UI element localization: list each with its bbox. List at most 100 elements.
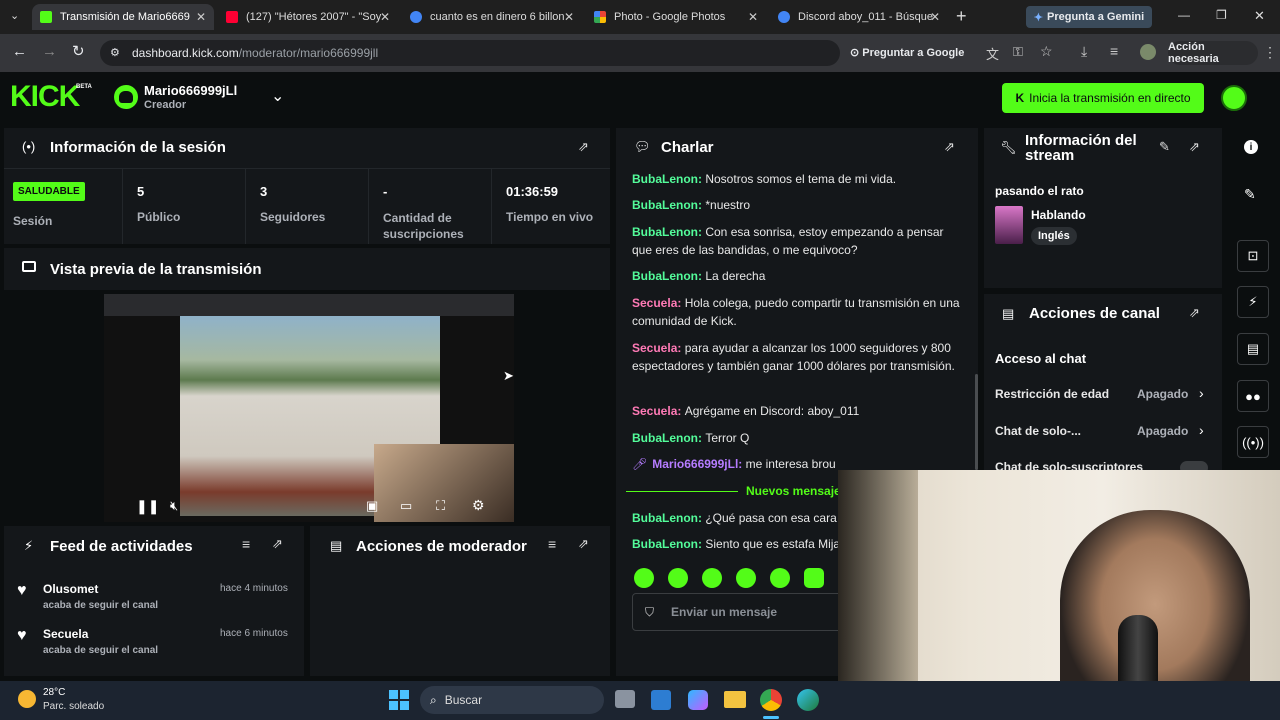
download-icon[interactable]: ⤓ — [1081, 43, 1087, 60]
tab-youtube[interactable]: (127) "Hétores 2007" - "Soy ✕ — [218, 4, 398, 30]
browser-menu-icon[interactable]: ⋮ — [1263, 44, 1277, 61]
emote-icon[interactable] — [668, 568, 688, 588]
chat-username[interactable]: BubaLenon — [632, 172, 698, 186]
back-icon[interactable]: ← — [12, 43, 27, 60]
reload-icon[interactable]: ↻ — [72, 42, 85, 60]
chat-message[interactable]: Secuela: Agrégame en Discord: aboy_011 — [632, 402, 962, 420]
setting-row[interactable]: Chat de solo-... Apagado › — [984, 421, 1222, 443]
close-icon[interactable]: ✕ — [748, 10, 758, 24]
chat-username[interactable]: Secuela — [632, 404, 677, 418]
forward-icon[interactable]: → — [42, 43, 57, 60]
fullscreen-icon[interactable]: ⛶ — [436, 498, 445, 514]
popout-icon[interactable]: ⇗ — [1189, 139, 1200, 155]
chat-message[interactable]: BubaLenon: Terror Q — [632, 429, 962, 447]
broadcast-icon[interactable]: ((•)) — [1237, 426, 1269, 458]
chrome-icon[interactable] — [760, 689, 782, 711]
task-view-icon[interactable] — [615, 690, 635, 708]
pause-icon[interactable]: ❚❚ — [136, 498, 159, 515]
chat-message[interactable]: BubaLenon: Con esa sonrisa, estoy empeza… — [632, 223, 962, 259]
chat-icon[interactable]: ●● — [1237, 380, 1269, 412]
popout-icon[interactable]: ⇗ — [578, 536, 589, 552]
feed-item[interactable]: ♥ Secuela hace 6 minutos acaba de seguir… — [4, 623, 304, 663]
filter-icon[interactable]: ≡ — [548, 536, 556, 552]
gemini-button[interactable]: ✦ Pregunta a Gemini — [1026, 6, 1152, 28]
file-explorer-icon[interactable] — [724, 691, 746, 708]
media-control-icon[interactable]: ≡ — [1110, 43, 1118, 59]
tab-kick[interactable]: Transmisión de Mario6669 ✕ — [32, 4, 214, 30]
translate-icon[interactable]: 文 — [986, 44, 999, 63]
chat-username[interactable]: BubaLenon — [632, 198, 698, 212]
profile-avatar-right[interactable] — [1221, 85, 1247, 111]
new-tab-plus-icon[interactable]: + — [956, 6, 967, 27]
notes-icon[interactable]: ▤ — [1237, 333, 1269, 365]
profile-avatar[interactable] — [1140, 44, 1156, 60]
close-icon[interactable]: ✕ — [196, 10, 206, 24]
tab-google-search[interactable]: cuanto es en dinero 6 billon ✕ — [402, 4, 582, 30]
emote-icon[interactable] — [770, 568, 790, 588]
chat-username[interactable]: BubaLenon — [632, 269, 698, 283]
edit-icon[interactable]: ✎ — [1244, 186, 1256, 203]
info-icon[interactable]: i — [1244, 140, 1258, 154]
close-icon[interactable]: ✕ — [564, 10, 574, 24]
weather-temp[interactable]: 28°C — [43, 687, 65, 698]
site-info-icon[interactable]: ⚙ — [110, 46, 120, 59]
edit-pencil-icon[interactable]: ✎ — [1159, 139, 1170, 155]
category-name[interactable]: Hablando — [1031, 208, 1086, 222]
tab-discord-search[interactable]: Discord aboy_011 - Búsque ✕ — [770, 4, 948, 30]
close-window-icon[interactable]: ✕ — [1254, 8, 1265, 24]
chat-scrollbar[interactable] — [975, 374, 978, 470]
popout-icon[interactable]: ⇗ — [578, 139, 589, 155]
video-player[interactable]: ❚❚ 🔇︎ ▣ ▭ ⛶ ⚙ — [104, 294, 514, 522]
quick-actions-lightning-icon[interactable]: ⚡︎ — [1237, 286, 1269, 318]
kick-logo[interactable]: KICK — [10, 82, 80, 112]
account-chevron-down-icon[interactable]: ⌄ — [271, 86, 284, 106]
chat-message[interactable]: BubaLenon: *nuestro — [632, 196, 962, 214]
popout-icon[interactable]: ⇗ — [1189, 305, 1200, 321]
bookmark-star-icon[interactable]: ☆ — [1040, 43, 1053, 60]
emote-icon[interactable] — [634, 568, 654, 588]
chat-message[interactable]: Secuela: para ayudar a alcanzar los 1000… — [632, 339, 962, 375]
chat-message[interactable]: BubaLenon: Nosotros somos el tema de mi … — [632, 170, 962, 188]
popout-icon[interactable]: ⇗ — [944, 139, 955, 155]
setting-row[interactable]: Restricción de edad Apagado › — [984, 384, 1222, 406]
password-key-icon[interactable]: ⚿ — [1013, 44, 1023, 60]
store-icon[interactable] — [651, 690, 671, 710]
tab-google-photos[interactable]: Photo - Google Photos ✕ — [586, 4, 766, 30]
chat-username[interactable]: Mario666999jLl — [652, 457, 738, 471]
pip-icon[interactable]: ▣ — [366, 498, 378, 514]
emote-icon[interactable] — [702, 568, 722, 588]
chat-username[interactable]: Secuela — [632, 341, 677, 355]
emote-icon[interactable] — [736, 568, 756, 588]
screenshot-icon[interactable]: ⊡ — [1237, 240, 1269, 272]
close-icon[interactable]: ✕ — [380, 10, 390, 24]
action-needed-button[interactable]: Acción necesaria — [1168, 41, 1258, 65]
chat-username[interactable]: BubaLenon — [632, 431, 698, 445]
chat-username[interactable]: Secuela — [632, 296, 677, 310]
theater-icon[interactable]: ▭ — [400, 498, 412, 514]
close-icon[interactable]: ✕ — [930, 10, 940, 24]
feed-item[interactable]: ♥ Olusomet hace 4 minutos acaba de segui… — [4, 578, 304, 618]
start-windows-icon[interactable] — [389, 690, 409, 710]
copilot-icon[interactable] — [688, 690, 708, 710]
tab-list-chevron-icon[interactable]: ⌄ — [10, 9, 19, 22]
mute-icon[interactable]: 🔇︎ — [170, 498, 178, 514]
chat-message[interactable]: BubaLenon: La derecha — [632, 267, 962, 285]
chat-username[interactable]: BubaLenon — [632, 537, 698, 551]
emote-icon[interactable] — [804, 568, 824, 588]
go-live-button[interactable]: K Inicia la transmisión en directo — [1002, 83, 1204, 113]
restore-icon[interactable]: ❐ — [1216, 8, 1227, 22]
minimize-icon[interactable]: — — [1178, 8, 1190, 22]
popout-icon[interactable]: ⇗ — [272, 536, 283, 552]
chat-username[interactable]: BubaLenon — [632, 511, 698, 525]
address-bar[interactable]: ⚙ dashboard.kick.com /moderator/mario666… — [100, 40, 964, 66]
edge-icon[interactable] — [797, 689, 819, 711]
category-thumbnail[interactable] — [995, 206, 1023, 244]
video-browser-chrome — [104, 294, 514, 316]
chat-message[interactable]: Secuela: Hola colega, puedo compartir tu… — [632, 294, 962, 330]
ask-google-button[interactable]: ⊙ Preguntar a Google — [850, 46, 964, 59]
taskbar-search[interactable]: ⌕ Buscar — [420, 686, 604, 714]
chat-username[interactable]: BubaLenon — [632, 225, 698, 239]
user-avatar[interactable] — [114, 85, 138, 109]
settings-gear-icon[interactable]: ⚙ — [472, 497, 485, 514]
filter-icon[interactable]: ≡ — [242, 536, 250, 552]
